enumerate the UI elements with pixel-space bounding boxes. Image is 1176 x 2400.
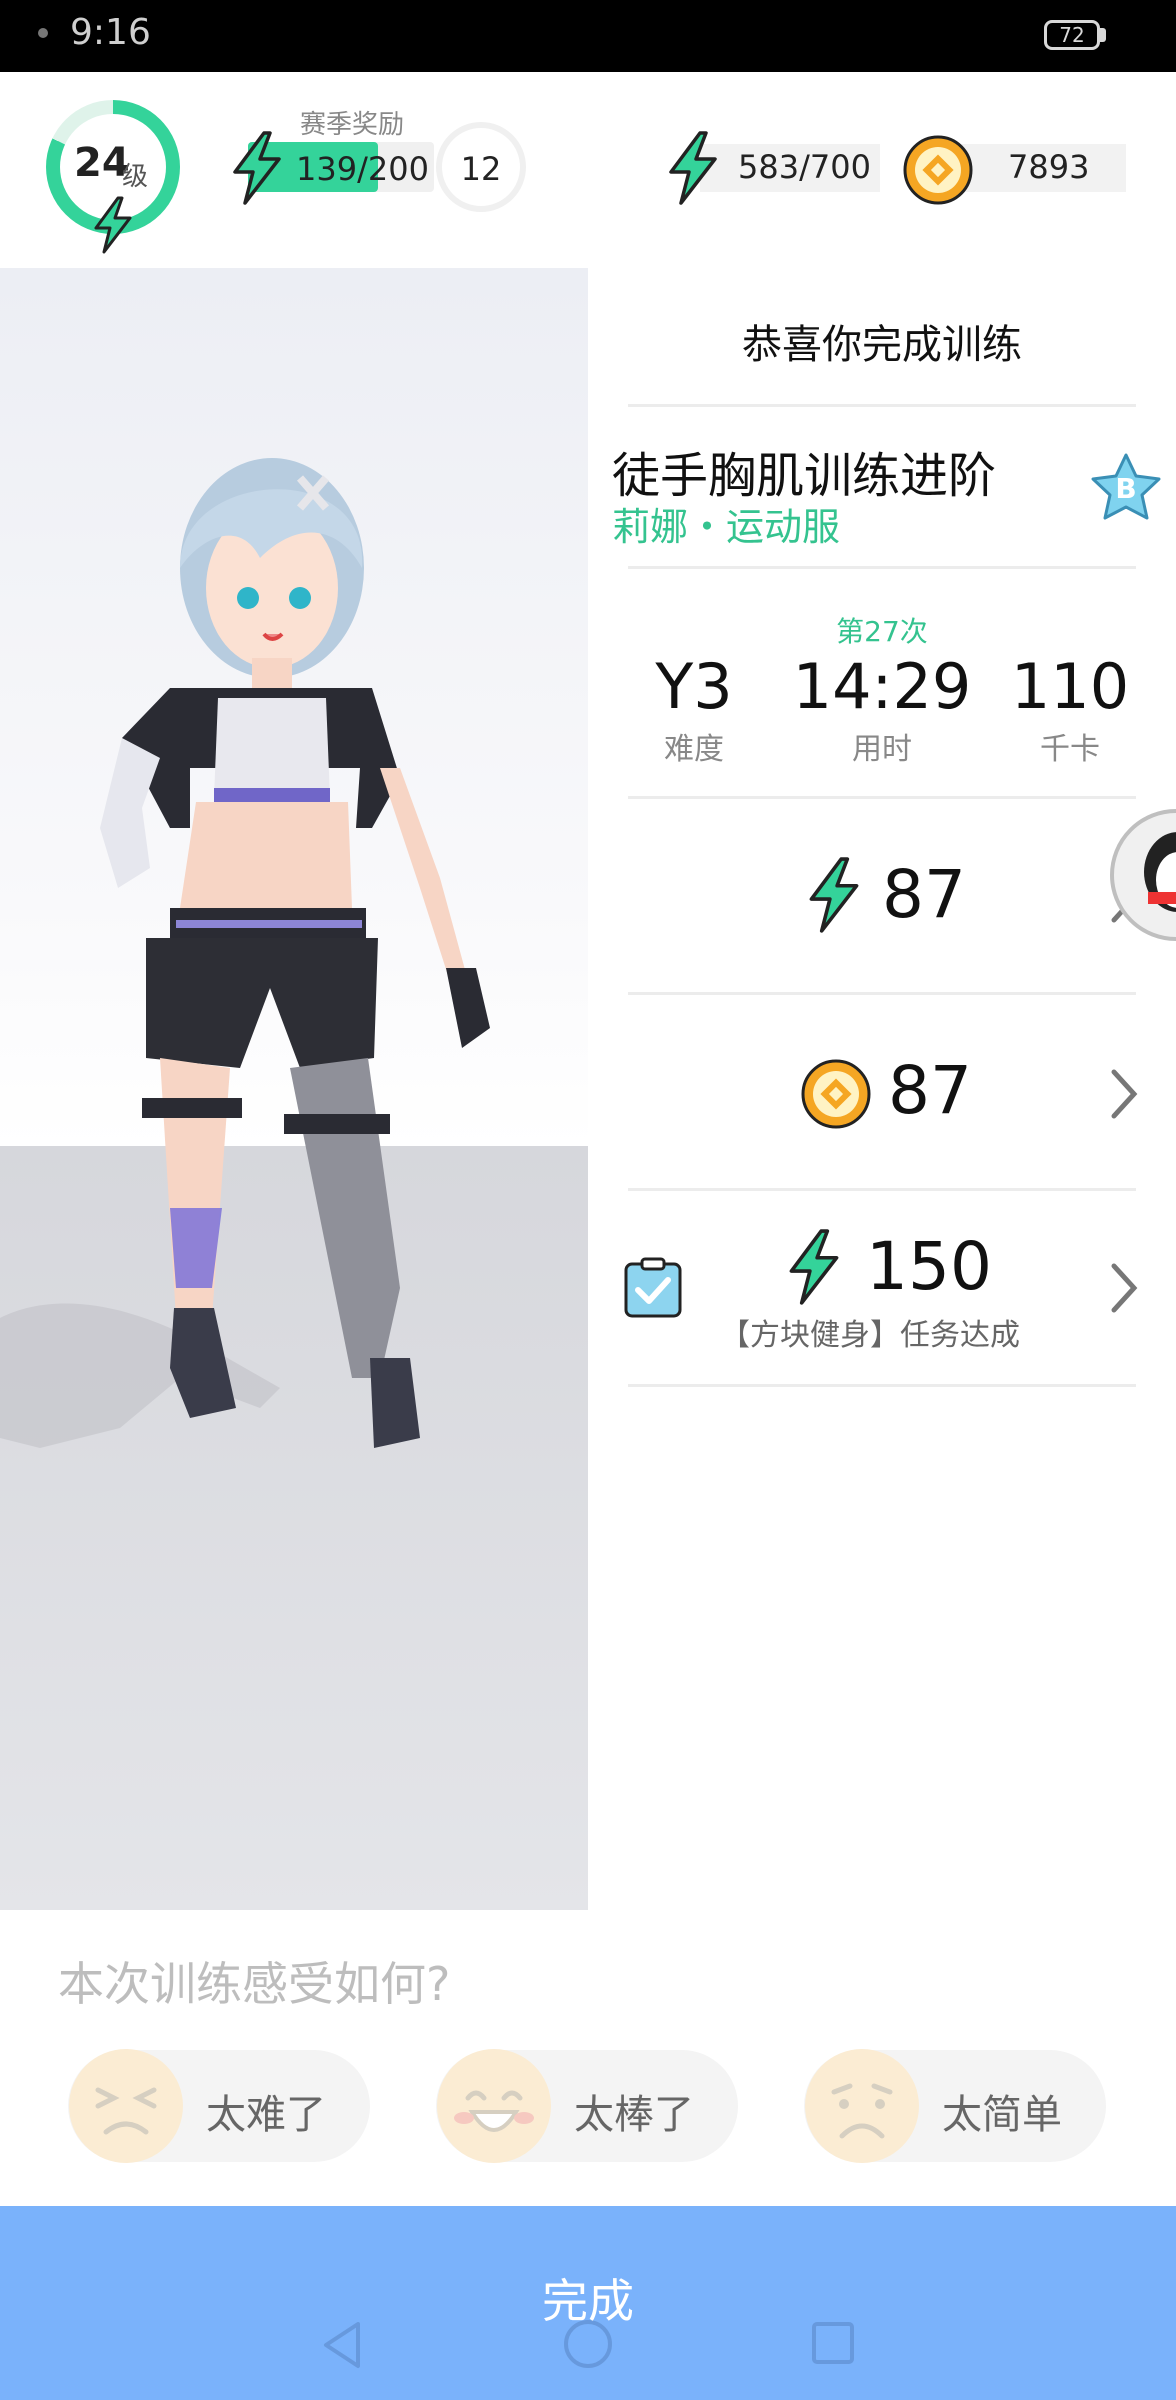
grade-badge-letter: B (1115, 472, 1136, 505)
feedback-too-easy-label: 太简单 (942, 2092, 1062, 2138)
frown-squint-face-icon (69, 2049, 183, 2163)
calories-label: 千卡 (1040, 732, 1100, 767)
recents-nav-icon[interactable] (808, 2318, 858, 2368)
duration-label: 用时 (852, 732, 912, 767)
lightning-icon (789, 1229, 839, 1305)
season-reward-label: 赛季奖励 (300, 110, 405, 140)
divider (628, 404, 1136, 407)
character-illustration (0, 458, 490, 1448)
divider (628, 992, 1136, 995)
status-bar: 9:16 (0, 0, 1176, 72)
feedback-too-hard-label: 太难了 (206, 2092, 326, 2138)
chevron-right-icon (1111, 1263, 1138, 1313)
lightning-icon (233, 131, 281, 205)
difficulty-label: 难度 (664, 732, 724, 767)
chevron-right-icon (1111, 1069, 1138, 1119)
coin-reward-value: 87 (888, 1052, 972, 1129)
back-nav-icon[interactable] (318, 2318, 366, 2372)
coin-value: 7893 (1008, 148, 1090, 186)
sad-face-icon (805, 2049, 919, 2163)
lightning-icon (94, 196, 132, 254)
coin-reward-row[interactable] (628, 996, 1136, 1188)
coin-icon (903, 135, 973, 205)
divider (628, 566, 1136, 569)
clipboard-check-icon (624, 1257, 682, 1318)
qq-penguin-icon[interactable] (1108, 806, 1176, 944)
session-count: 第27次 (836, 615, 928, 648)
calories-value: 110 (1010, 650, 1130, 723)
season-count: 12 (460, 150, 502, 188)
energy-reward-value: 87 (882, 856, 966, 933)
task-achieved-text: 【方块健身】任务达成 (720, 1318, 1020, 1353)
battery-tip (1100, 28, 1106, 42)
divider (628, 1384, 1136, 1387)
lightning-icon (669, 131, 717, 205)
course-outfit: 莉娜・运动服 (612, 505, 841, 549)
feedback-great-label: 太棒了 (574, 2092, 694, 2138)
level-unit: 级 (122, 162, 149, 192)
star-badge-icon[interactable]: B (1090, 452, 1162, 522)
feedback-question: 本次训练感受如何? (58, 1957, 451, 2011)
divider (628, 1188, 1136, 1191)
laughing-face-icon (437, 2049, 551, 2163)
coin-icon (801, 1059, 871, 1129)
task-reward-value: 150 (866, 1228, 992, 1305)
status-time: 9:16 (70, 12, 151, 53)
divider (628, 796, 1136, 799)
difficulty-value: Y3 (655, 650, 733, 723)
lightning-icon (809, 857, 859, 933)
duration-value: 14:29 (792, 650, 972, 723)
completion-title: 恭喜你完成训练 (742, 322, 1022, 368)
energy-value: 583/700 (738, 148, 871, 186)
battery-indicator: 72 (1044, 20, 1100, 50)
season-progress-value: 139/200 (296, 150, 429, 188)
home-nav-icon[interactable] (560, 2316, 616, 2372)
notification-dot (38, 28, 48, 38)
